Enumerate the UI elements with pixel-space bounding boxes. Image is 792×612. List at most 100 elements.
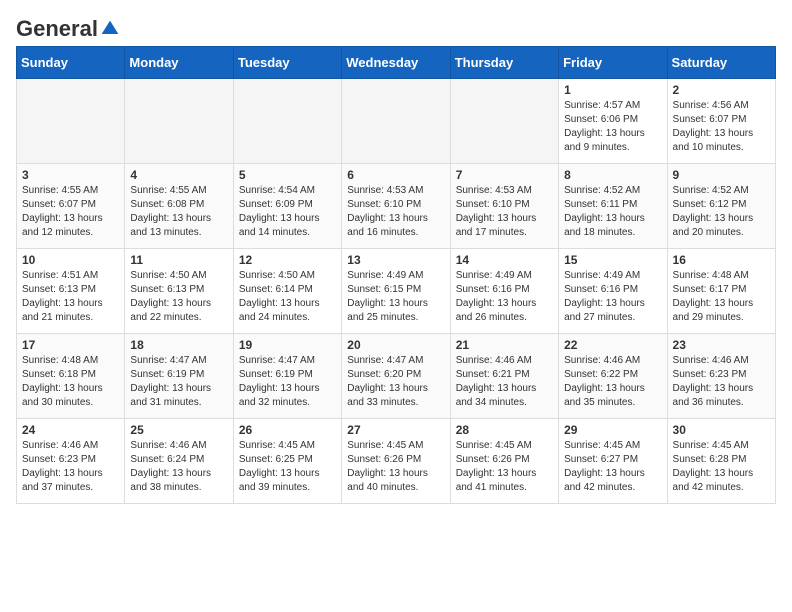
day-number: 29 xyxy=(564,423,661,437)
calendar-cell: 1 Sunrise: 4:57 AM Sunset: 6:06 PM Daylig… xyxy=(559,79,667,164)
calendar-cell: 20Sunrise: 4:47 AM Sunset: 6:20 PM Dayli… xyxy=(342,334,450,419)
day-info: Sunrise: 4:45 AM Sunset: 6:28 PM Dayligh… xyxy=(673,439,770,495)
day-info: Sunrise: 4:53 AM Sunset: 6:10 PM Dayligh… xyxy=(347,184,444,240)
calendar-cell: 23 Sunrise: 4:46 AM Sunset: 6:23 PM Dayli… xyxy=(667,334,775,419)
day-number: 14 xyxy=(456,253,553,267)
calendar-header-thursday: Thursday xyxy=(450,47,558,79)
day-info: Sunrise: 4:49 AM Sunset: 6:15 PM Dayligh… xyxy=(347,269,444,325)
day-info: Sunrise: 4:53 AM Sunset: 6:10 PM Dayligh… xyxy=(456,184,553,240)
calendar-week-5: 24 Sunrise: 4:46 AM Sunset: 6:23 PM Dayli… xyxy=(17,419,776,504)
calendar-cell: 18 Sunrise: 4:47 AM Sunset: 6:19 PM Dayli… xyxy=(125,334,233,419)
calendar-week-4: 17 Sunrise: 4:48 AM Sunset: 6:18 PM Dayli… xyxy=(17,334,776,419)
calendar-cell: 21Sunrise: 4:46 AM Sunset: 6:21 PM Dayli… xyxy=(450,334,558,419)
day-info: Sunrise: 4:47 AM Sunset: 6:19 PM Dayligh… xyxy=(130,354,227,410)
day-number: 13 xyxy=(347,253,444,267)
calendar-cell: 7 Sunrise: 4:53 AM Sunset: 6:10 PM Daylig… xyxy=(450,164,558,249)
day-number: 26 xyxy=(239,423,336,437)
day-info: Sunrise: 4:46 AM Sunset: 6:23 PM Dayligh… xyxy=(22,439,119,495)
day-number: 4 xyxy=(130,168,227,182)
calendar-cell: 13 Sunrise: 4:49 AM Sunset: 6:15 PM Dayli… xyxy=(342,249,450,334)
logo-icon xyxy=(100,19,120,39)
day-info: Sunrise: 4:45 AM Sunset: 6:25 PM Dayligh… xyxy=(239,439,336,495)
calendar-cell: 29 Sunrise: 4:45 AM Sunset: 6:27 PM Dayli… xyxy=(559,419,667,504)
calendar-cell: 6Sunrise: 4:53 AM Sunset: 6:10 PM Daylig… xyxy=(342,164,450,249)
day-number: 11 xyxy=(130,253,227,267)
day-info: Sunrise: 4:55 AM Sunset: 6:07 PM Dayligh… xyxy=(22,184,119,240)
day-number: 25 xyxy=(130,423,227,437)
calendar-header-wednesday: Wednesday xyxy=(342,47,450,79)
day-info: Sunrise: 4:48 AM Sunset: 6:17 PM Dayligh… xyxy=(673,269,770,325)
day-number: 30 xyxy=(673,423,770,437)
calendar-header-sunday: Sunday xyxy=(17,47,125,79)
calendar-cell: 15Sunrise: 4:49 AM Sunset: 6:16 PM Dayli… xyxy=(559,249,667,334)
day-number: 23 xyxy=(673,338,770,352)
calendar-header-monday: Monday xyxy=(125,47,233,79)
calendar-cell xyxy=(17,79,125,164)
calendar-cell: 3 Sunrise: 4:55 AM Sunset: 6:07 PM Daylig… xyxy=(17,164,125,249)
calendar-week-1: 1 Sunrise: 4:57 AM Sunset: 6:06 PM Daylig… xyxy=(17,79,776,164)
calendar-cell: 12 Sunrise: 4:50 AM Sunset: 6:14 PM Dayli… xyxy=(233,249,341,334)
calendar-cell xyxy=(342,79,450,164)
day-info: Sunrise: 4:50 AM Sunset: 6:13 PM Dayligh… xyxy=(130,269,227,325)
day-number: 12 xyxy=(239,253,336,267)
day-info: Sunrise: 4:46 AM Sunset: 6:22 PM Dayligh… xyxy=(564,354,661,410)
day-number: 22 xyxy=(564,338,661,352)
day-info: Sunrise: 4:55 AM Sunset: 6:08 PM Dayligh… xyxy=(130,184,227,240)
calendar-cell: 22 Sunrise: 4:46 AM Sunset: 6:22 PM Dayli… xyxy=(559,334,667,419)
calendar-cell: 28Sunrise: 4:45 AM Sunset: 6:26 PM Dayli… xyxy=(450,419,558,504)
calendar-cell: 16 Sunrise: 4:48 AM Sunset: 6:17 PM Dayli… xyxy=(667,249,775,334)
day-info: Sunrise: 4:49 AM Sunset: 6:16 PM Dayligh… xyxy=(456,269,553,325)
calendar-cell: 19 Sunrise: 4:47 AM Sunset: 6:19 PM Dayli… xyxy=(233,334,341,419)
calendar-cell: 25 Sunrise: 4:46 AM Sunset: 6:24 PM Dayli… xyxy=(125,419,233,504)
day-info: Sunrise: 4:46 AM Sunset: 6:24 PM Dayligh… xyxy=(130,439,227,495)
calendar: SundayMondayTuesdayWednesdayThursdayFrid… xyxy=(16,46,776,504)
day-number: 9 xyxy=(673,168,770,182)
day-number: 16 xyxy=(673,253,770,267)
calendar-cell: 5 Sunrise: 4:54 AM Sunset: 6:09 PM Daylig… xyxy=(233,164,341,249)
calendar-cell: 17 Sunrise: 4:48 AM Sunset: 6:18 PM Dayli… xyxy=(17,334,125,419)
day-number: 19 xyxy=(239,338,336,352)
day-info: Sunrise: 4:45 AM Sunset: 6:27 PM Dayligh… xyxy=(564,439,661,495)
calendar-cell xyxy=(233,79,341,164)
calendar-cell: 24 Sunrise: 4:46 AM Sunset: 6:23 PM Dayli… xyxy=(17,419,125,504)
calendar-cell: 10Sunrise: 4:51 AM Sunset: 6:13 PM Dayli… xyxy=(17,249,125,334)
calendar-cell: 11 Sunrise: 4:50 AM Sunset: 6:13 PM Dayli… xyxy=(125,249,233,334)
calendar-cell: 2 Sunrise: 4:56 AM Sunset: 6:07 PM Daylig… xyxy=(667,79,775,164)
logo: General xyxy=(16,16,120,36)
calendar-header-row: SundayMondayTuesdayWednesdayThursdayFrid… xyxy=(17,47,776,79)
day-number: 7 xyxy=(456,168,553,182)
day-number: 24 xyxy=(22,423,119,437)
calendar-cell: 14 Sunrise: 4:49 AM Sunset: 6:16 PM Dayli… xyxy=(450,249,558,334)
calendar-week-2: 3 Sunrise: 4:55 AM Sunset: 6:07 PM Daylig… xyxy=(17,164,776,249)
day-number: 8 xyxy=(564,168,661,182)
day-info: Sunrise: 4:47 AM Sunset: 6:19 PM Dayligh… xyxy=(239,354,336,410)
day-number: 2 xyxy=(673,83,770,97)
day-info: Sunrise: 4:56 AM Sunset: 6:07 PM Dayligh… xyxy=(673,99,770,155)
calendar-cell: 4 Sunrise: 4:55 AM Sunset: 6:08 PM Daylig… xyxy=(125,164,233,249)
day-info: Sunrise: 4:50 AM Sunset: 6:14 PM Dayligh… xyxy=(239,269,336,325)
day-info: Sunrise: 4:52 AM Sunset: 6:11 PM Dayligh… xyxy=(564,184,661,240)
day-number: 17 xyxy=(22,338,119,352)
day-number: 5 xyxy=(239,168,336,182)
day-number: 27 xyxy=(347,423,444,437)
calendar-week-3: 10Sunrise: 4:51 AM Sunset: 6:13 PM Dayli… xyxy=(17,249,776,334)
day-info: Sunrise: 4:46 AM Sunset: 6:23 PM Dayligh… xyxy=(673,354,770,410)
day-number: 10 xyxy=(22,253,119,267)
day-number: 3 xyxy=(22,168,119,182)
day-info: Sunrise: 4:57 AM Sunset: 6:06 PM Dayligh… xyxy=(564,99,661,155)
calendar-cell: 30 Sunrise: 4:45 AM Sunset: 6:28 PM Dayli… xyxy=(667,419,775,504)
day-number: 15 xyxy=(564,253,661,267)
day-info: Sunrise: 4:54 AM Sunset: 6:09 PM Dayligh… xyxy=(239,184,336,240)
day-number: 1 xyxy=(564,83,661,97)
day-info: Sunrise: 4:45 AM Sunset: 6:26 PM Dayligh… xyxy=(456,439,553,495)
calendar-cell: 8 Sunrise: 4:52 AM Sunset: 6:11 PM Daylig… xyxy=(559,164,667,249)
logo-general: General xyxy=(16,16,98,42)
page-header: General xyxy=(16,16,776,36)
day-number: 18 xyxy=(130,338,227,352)
day-info: Sunrise: 4:48 AM Sunset: 6:18 PM Dayligh… xyxy=(22,354,119,410)
day-info: Sunrise: 4:52 AM Sunset: 6:12 PM Dayligh… xyxy=(673,184,770,240)
calendar-cell: 26 Sunrise: 4:45 AM Sunset: 6:25 PM Dayli… xyxy=(233,419,341,504)
day-info: Sunrise: 4:46 AM Sunset: 6:21 PM Dayligh… xyxy=(456,354,553,410)
calendar-cell xyxy=(125,79,233,164)
calendar-header-tuesday: Tuesday xyxy=(233,47,341,79)
